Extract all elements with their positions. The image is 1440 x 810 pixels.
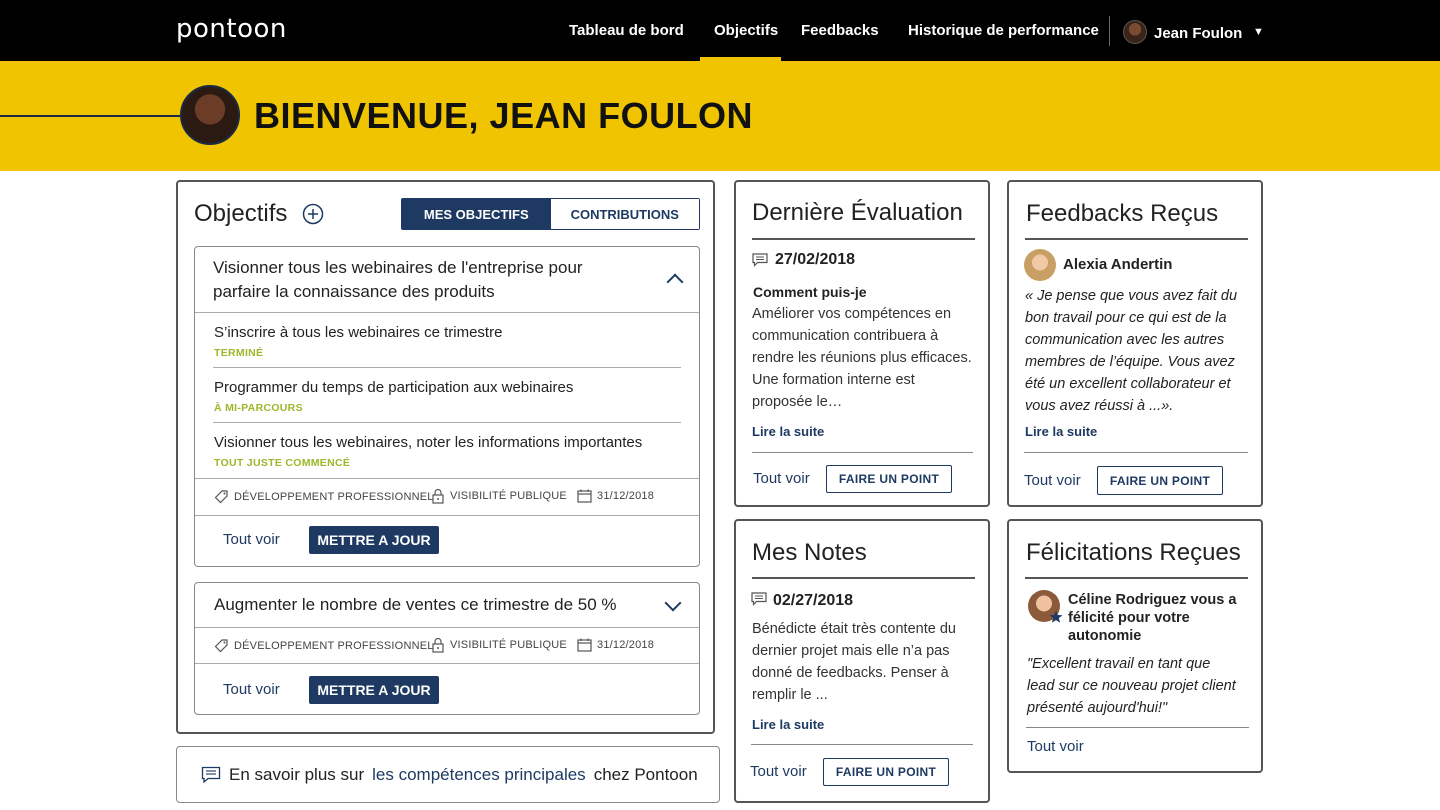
nav-link-historique[interactable]: Historique de performance bbox=[908, 22, 1099, 39]
divider bbox=[1024, 452, 1248, 453]
feedbacks-title: Feedbacks Reçus bbox=[1026, 200, 1219, 227]
due-date-label: 31/12/2018 bbox=[597, 639, 655, 651]
chevron-down-icon[interactable]: ▼ bbox=[1253, 26, 1264, 38]
banner-line bbox=[0, 115, 182, 117]
learn-more-banner: En savoir plus sur les compétences princ… bbox=[176, 746, 720, 803]
nav-divider bbox=[1109, 16, 1110, 46]
evaluation-date: 27/02/2018 bbox=[775, 251, 856, 268]
learn-more-suffix: chez Pontoon bbox=[593, 764, 698, 784]
divider bbox=[195, 627, 699, 628]
divider bbox=[752, 577, 975, 579]
feedback-quote: « Je pense que vous avez fait du bon tra… bbox=[1025, 288, 1238, 414]
plus-circle-icon[interactable] bbox=[302, 203, 324, 225]
update-button[interactable]: METTRE A JOUR bbox=[309, 676, 439, 704]
tag-icon bbox=[214, 639, 228, 653]
notes-date: 02/27/2018 bbox=[773, 592, 854, 609]
comment-icon bbox=[201, 766, 221, 783]
task-status: TERMINÉ bbox=[214, 347, 264, 359]
calendar-icon bbox=[577, 638, 592, 652]
category-label: DÉVELOPPEMENT PROFESSIONNEL bbox=[234, 639, 434, 652]
objectifs-tabs: MES OBJECTIFS CONTRIBUTIONS bbox=[401, 198, 700, 230]
author-avatar bbox=[1024, 249, 1056, 281]
top-navbar: pontoon Tableau de bord Objectifs Feedba… bbox=[0, 0, 1440, 61]
congrats-headline: Céline Rodriguez vous a félicité pour vo… bbox=[1068, 592, 1237, 644]
goal-category: DÉVELOPPEMENT PROFESSIONNEL bbox=[214, 489, 434, 504]
profile-avatar bbox=[180, 85, 240, 145]
user-avatar[interactable] bbox=[1123, 20, 1147, 44]
goal-due-date: 31/12/2018 bbox=[577, 489, 654, 503]
calendar-icon bbox=[577, 489, 592, 503]
welcome-title: BIENVENUE, JEAN FOULON bbox=[254, 95, 754, 136]
read-more-link[interactable]: Lire la suite bbox=[752, 424, 824, 439]
user-name-menu[interactable]: Jean Foulon bbox=[1154, 25, 1242, 42]
goal-category: DÉVELOPPEMENT PROFESSIONNEL bbox=[214, 638, 434, 653]
evaluation-title: Dernière Évaluation bbox=[752, 199, 963, 226]
schedule-meeting-button[interactable]: FAIRE UN POINT bbox=[1097, 466, 1223, 495]
evaluation-subtitle: Comment puis-je bbox=[753, 284, 867, 300]
divider bbox=[752, 452, 973, 453]
task-status: TOUT JUSTE COMMENCÉ bbox=[214, 457, 351, 469]
task-title[interactable]: Visionner tous les webinaires, noter les… bbox=[214, 434, 642, 451]
goal-visibility: VISIBILITÉ PUBLIQUE bbox=[431, 637, 567, 653]
nav-link-tableau-de-bord[interactable]: Tableau de bord bbox=[569, 22, 684, 39]
divider bbox=[1025, 577, 1248, 579]
schedule-meeting-button[interactable]: FAIRE UN POINT bbox=[826, 465, 952, 493]
goal-due-date: 31/12/2018 bbox=[577, 638, 654, 652]
objectifs-title: Objectifs bbox=[194, 200, 288, 227]
task-title[interactable]: Programmer du temps de participation aux… bbox=[214, 379, 573, 396]
visibility-label: VISIBILITÉ PUBLIQUE bbox=[450, 639, 567, 651]
divider bbox=[195, 312, 699, 313]
divider bbox=[752, 238, 975, 240]
star-icon bbox=[1049, 610, 1063, 623]
comment-icon bbox=[751, 592, 767, 606]
read-more-link[interactable]: Lire la suite bbox=[752, 717, 824, 732]
schedule-meeting-button[interactable]: FAIRE UN POINT bbox=[823, 758, 949, 786]
update-button[interactable]: METTRE A JOUR bbox=[309, 526, 439, 554]
evaluation-text: Améliorer vos compétences en communicati… bbox=[752, 306, 972, 410]
divider bbox=[213, 367, 681, 368]
see-all-link[interactable]: Tout voir bbox=[223, 681, 280, 698]
learn-more-prefix: En savoir plus sur bbox=[229, 764, 365, 784]
lock-icon bbox=[432, 488, 444, 504]
lock-icon bbox=[432, 637, 444, 653]
notes-title: Mes Notes bbox=[752, 539, 867, 566]
read-more-link[interactable]: Lire la suite bbox=[1025, 424, 1097, 439]
tab-mes-objectifs[interactable]: MES OBJECTIFS bbox=[402, 199, 551, 229]
see-all-link[interactable]: Tout voir bbox=[753, 470, 810, 487]
see-all-link[interactable]: Tout voir bbox=[1024, 472, 1081, 489]
congrats-quote: "Excellent travail en tant que lead sur … bbox=[1027, 656, 1236, 716]
divider bbox=[213, 422, 681, 423]
divider bbox=[1025, 238, 1248, 240]
divider bbox=[195, 515, 699, 516]
welcome-banner: BIENVENUE, JEAN FOULON bbox=[0, 61, 1440, 171]
task-title[interactable]: S’inscrire à tous les webinaires ce trim… bbox=[214, 324, 502, 341]
tag-icon bbox=[214, 490, 228, 504]
feedback-author: Alexia Andertin bbox=[1063, 256, 1173, 273]
see-all-link[interactable]: Tout voir bbox=[750, 763, 807, 780]
see-all-link[interactable]: Tout voir bbox=[1027, 738, 1084, 755]
goal-title[interactable]: Augmenter le nombre de ventes ce trimest… bbox=[214, 593, 617, 617]
pontoon-logo[interactable]: pontoon bbox=[176, 14, 287, 44]
core-competencies-link[interactable]: les compétences principales bbox=[372, 765, 586, 785]
goal-visibility: VISIBILITÉ PUBLIQUE bbox=[431, 488, 567, 504]
nav-link-objectifs[interactable]: Objectifs bbox=[714, 22, 778, 39]
felicitations-title: Félicitations Reçues bbox=[1026, 539, 1241, 566]
tab-contributions[interactable]: CONTRIBUTIONS bbox=[550, 199, 699, 229]
notes-text: Bénédicte était très contente du dernier… bbox=[752, 621, 956, 703]
divider bbox=[195, 478, 699, 479]
category-label: DÉVELOPPEMENT PROFESSIONNEL bbox=[234, 490, 434, 503]
nav-link-feedbacks[interactable]: Feedbacks bbox=[801, 22, 879, 39]
divider bbox=[751, 744, 973, 745]
divider bbox=[195, 663, 699, 664]
goal-title[interactable]: Visionner tous les webinaires de l'entre… bbox=[213, 256, 633, 304]
comment-icon bbox=[752, 253, 768, 267]
divider bbox=[1026, 727, 1249, 728]
visibility-label: VISIBILITÉ PUBLIQUE bbox=[450, 490, 567, 502]
due-date-label: 31/12/2018 bbox=[597, 490, 655, 502]
task-status: À MI-PARCOURS bbox=[214, 402, 303, 414]
see-all-link[interactable]: Tout voir bbox=[223, 531, 280, 548]
